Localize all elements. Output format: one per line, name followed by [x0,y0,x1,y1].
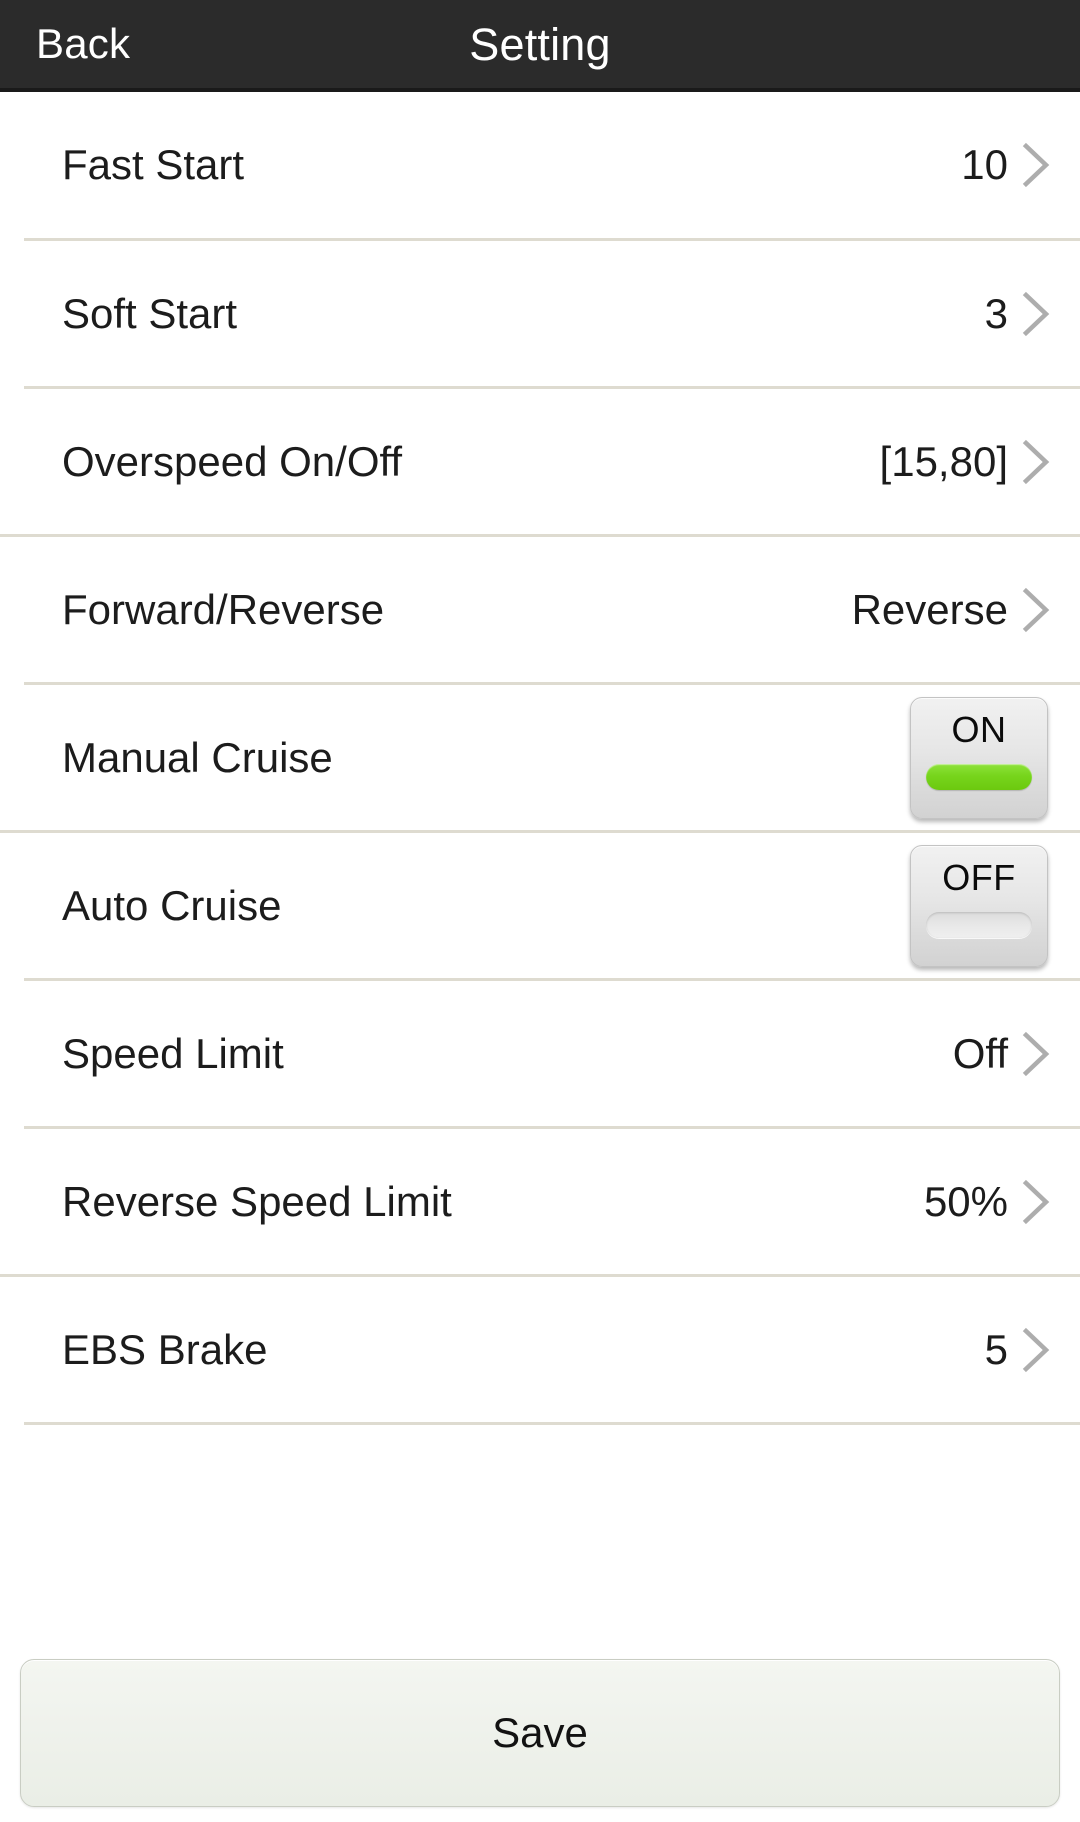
row-separator [24,1422,1080,1425]
setting-row-reverse-speed-limit[interactable]: Reverse Speed Limit 50% [0,1129,1080,1274]
setting-row-forward-reverse[interactable]: Forward/Reverse Reverse [0,537,1080,682]
chevron-right-icon [1022,1179,1050,1224]
save-button[interactable]: Save [20,1659,1060,1807]
setting-label: Fast Start [62,141,245,188]
setting-row-right: ON [910,696,1080,819]
setting-row-speed-limit[interactable]: Speed Limit Off [0,981,1080,1126]
toggle-state-label: OFF [942,856,1016,898]
setting-row-manual-cruise[interactable]: Manual Cruise ON [0,685,1080,830]
setting-label: EBS Brake [62,1325,268,1373]
setting-label: Speed Limit [62,1029,284,1077]
setting-row-auto-cruise[interactable]: Auto Cruise OFF [0,833,1080,978]
chevron-right-icon [1022,587,1050,632]
setting-value: 5 [984,1325,1008,1373]
page-title: Setting [469,18,611,70]
setting-value: 50% [923,1177,1008,1225]
settings-list: Fast Start 10 Soft Start 3 Overspeed On/… [0,92,1080,1425]
setting-value: 10 [961,141,1008,188]
setting-value: [15,80] [879,437,1008,485]
setting-row-right: 50% [924,1173,1080,1231]
setting-row-fast-start[interactable]: Fast Start 10 [0,92,1080,238]
setting-row-right: 3 [985,285,1080,343]
chevron-right-icon [1022,1031,1050,1076]
setting-label: Overspeed On/Off [62,437,403,485]
manual-cruise-toggle-button[interactable]: ON [910,696,1048,819]
title-bar: Back Setting [0,0,1080,92]
save-button-label: Save [492,1709,588,1756]
chevron-right-icon [1022,291,1050,336]
setting-label: Soft Start [62,289,238,337]
chevron-right-icon [1022,1327,1050,1372]
setting-row-soft-start[interactable]: Soft Start 3 [0,241,1080,386]
setting-value: Off [952,1029,1008,1077]
back-button[interactable]: Back [26,17,140,71]
setting-row-ebs-brake[interactable]: EBS Brake 5 [0,1277,1080,1422]
setting-label: Reverse Speed Limit [62,1177,452,1225]
chevron-right-icon [1022,439,1050,484]
setting-row-right: 5 [985,1321,1080,1379]
setting-row-right: Reverse [852,581,1080,639]
chevron-right-icon [1022,142,1050,188]
setting-value: Reverse [851,585,1008,633]
setting-row-right: 10 [961,136,1080,194]
auto-cruise-toggle-button[interactable]: OFF [910,844,1048,967]
setting-row-right: OFF [910,844,1080,967]
setting-row-overspeed-on-off[interactable]: Overspeed On/Off [15,80] [0,389,1080,534]
toggle-indicator-off [926,911,1032,938]
setting-row-right: [15,80] [880,433,1080,491]
toggle-indicator-on [926,763,1032,790]
setting-value: 3 [984,289,1008,337]
setting-row-right: Off [953,1025,1080,1083]
setting-label: Manual Cruise [62,733,333,781]
setting-label: Auto Cruise [62,881,282,929]
footer-bar: Save [0,1644,1080,1822]
toggle-state-label: ON [951,708,1007,750]
setting-label: Forward/Reverse [62,585,385,633]
